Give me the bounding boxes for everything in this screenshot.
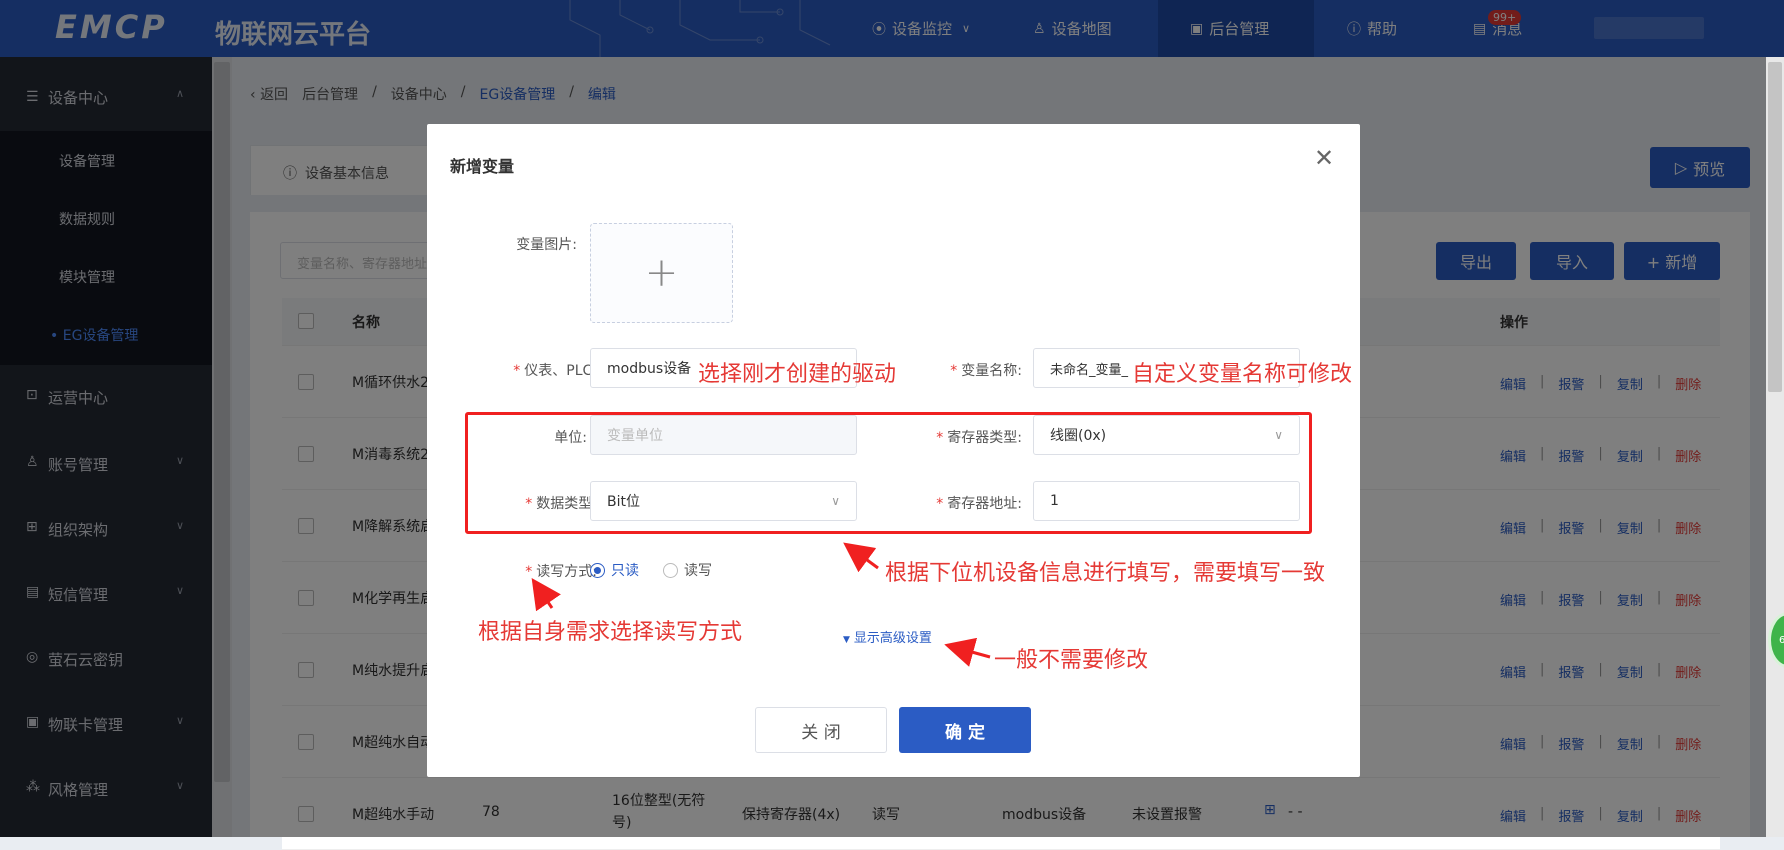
arrow-match-info — [843, 542, 879, 573]
arrow-advanced — [944, 637, 991, 667]
annotation-arrows — [531, 542, 991, 667]
arrow-rw-mode — [531, 578, 561, 612]
page-scrollbar-thumb[interactable] — [1768, 62, 1782, 392]
